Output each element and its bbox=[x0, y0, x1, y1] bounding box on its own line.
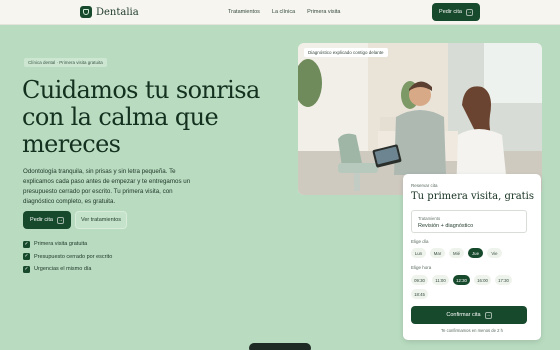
confirm-appointment-button[interactable]: Confirmar cita → bbox=[411, 306, 527, 324]
benefit-item: ✓ Urgencias el mismo día bbox=[23, 263, 112, 276]
treatment-label: Tratamiento bbox=[418, 216, 441, 221]
benefit-item: ✓ Presupuesto cerrado por escrito bbox=[23, 251, 112, 264]
nav-item-tratamientos[interactable]: Tratamientos bbox=[228, 9, 260, 15]
treatment-select[interactable]: Tratamiento Revisión + diagnóstico bbox=[411, 210, 527, 233]
treatment-value: Revisión + diagnóstico bbox=[418, 223, 474, 229]
check-icon: ✓ bbox=[23, 253, 30, 261]
book-appointment-label: Pedir cita bbox=[30, 217, 53, 223]
header-book-button[interactable]: Pedir cita → bbox=[432, 3, 480, 21]
benefit-label: Primera visita gratuita bbox=[34, 241, 88, 248]
time-chips: 09:30 11:00 12:30 16:00 17:30 bbox=[411, 275, 512, 285]
time-chip[interactable]: 16:00 bbox=[474, 275, 491, 285]
booking-title: Tu primera visita, gratis bbox=[411, 191, 534, 202]
check-icon: ✓ bbox=[23, 240, 30, 248]
benefit-label: Urgencias el mismo día bbox=[34, 266, 92, 273]
tooth-icon bbox=[80, 6, 92, 18]
nav-item-primera-visita[interactable]: Primera visita bbox=[307, 9, 340, 15]
time-chip[interactable]: 18:45 bbox=[411, 289, 428, 299]
day-chip-vie[interactable]: Vie bbox=[487, 248, 502, 258]
arrow-right-icon: → bbox=[465, 8, 473, 16]
day-chip-jue[interactable]: Jue bbox=[468, 248, 483, 258]
clinic-photo bbox=[298, 43, 542, 195]
day-chip-mie[interactable]: Mié bbox=[449, 248, 464, 258]
hero-title: Cuidamos tu sonrisa con la calma que mer… bbox=[22, 76, 260, 158]
top-header: Dentalia Tratamientos La clínica Primera… bbox=[0, 0, 560, 25]
day-chip-lun[interactable]: Lun bbox=[411, 248, 426, 258]
time-chip-selected[interactable]: 12:30 bbox=[453, 275, 470, 285]
benefit-label: Presupuesto cerrado por escrito bbox=[34, 253, 113, 260]
check-icon: ✓ bbox=[23, 265, 30, 273]
day-chip-mar[interactable]: Mar bbox=[430, 248, 445, 258]
day-label: Elige día bbox=[411, 239, 429, 244]
day-chips: Lun Mar Mié Jue Vie bbox=[411, 248, 502, 258]
floating-bar[interactable] bbox=[249, 343, 311, 350]
photo-caption: Diagnóstico explicado contigo delante bbox=[304, 48, 388, 57]
brand-logo[interactable]: Dentalia bbox=[80, 6, 139, 18]
header-book-label: Pedir cita bbox=[439, 9, 462, 15]
arrow-right-icon: → bbox=[484, 311, 492, 319]
booking-label: Reservar cita bbox=[411, 183, 438, 188]
hero-pill: Clínica dental · Primera visita gratuita bbox=[24, 58, 107, 67]
booking-card: Reservar cita Tu primera visita, gratis … bbox=[403, 174, 541, 340]
main-nav: Tratamientos La clínica Primera visita bbox=[228, 9, 340, 15]
benefits-list: ✓ Primera visita gratuita ✓ Presupuesto … bbox=[23, 238, 112, 276]
hero-description: Odontología tranquila, sin prisas y sin … bbox=[23, 168, 191, 205]
time-chip[interactable]: 11:00 bbox=[432, 275, 449, 285]
view-treatments-button[interactable]: Ver tratamientos bbox=[75, 211, 127, 229]
time-chip[interactable]: 17:30 bbox=[495, 275, 512, 285]
time-chip[interactable]: 09:30 bbox=[411, 275, 428, 285]
benefit-item: ✓ Primera visita gratuita bbox=[23, 238, 112, 251]
time-chips-row-2: 18:45 bbox=[411, 289, 428, 299]
nav-item-la-clinica[interactable]: La clínica bbox=[272, 9, 295, 15]
brand-name: Dentalia bbox=[96, 6, 139, 18]
book-appointment-button[interactable]: Pedir cita → bbox=[23, 211, 71, 229]
arrow-right-icon: → bbox=[56, 216, 64, 224]
confirm-label: Confirmar cita bbox=[446, 312, 481, 318]
time-label: Elige hora bbox=[411, 265, 432, 270]
confirmation-note: Te confirmamos en menos de 2 h bbox=[441, 328, 503, 333]
